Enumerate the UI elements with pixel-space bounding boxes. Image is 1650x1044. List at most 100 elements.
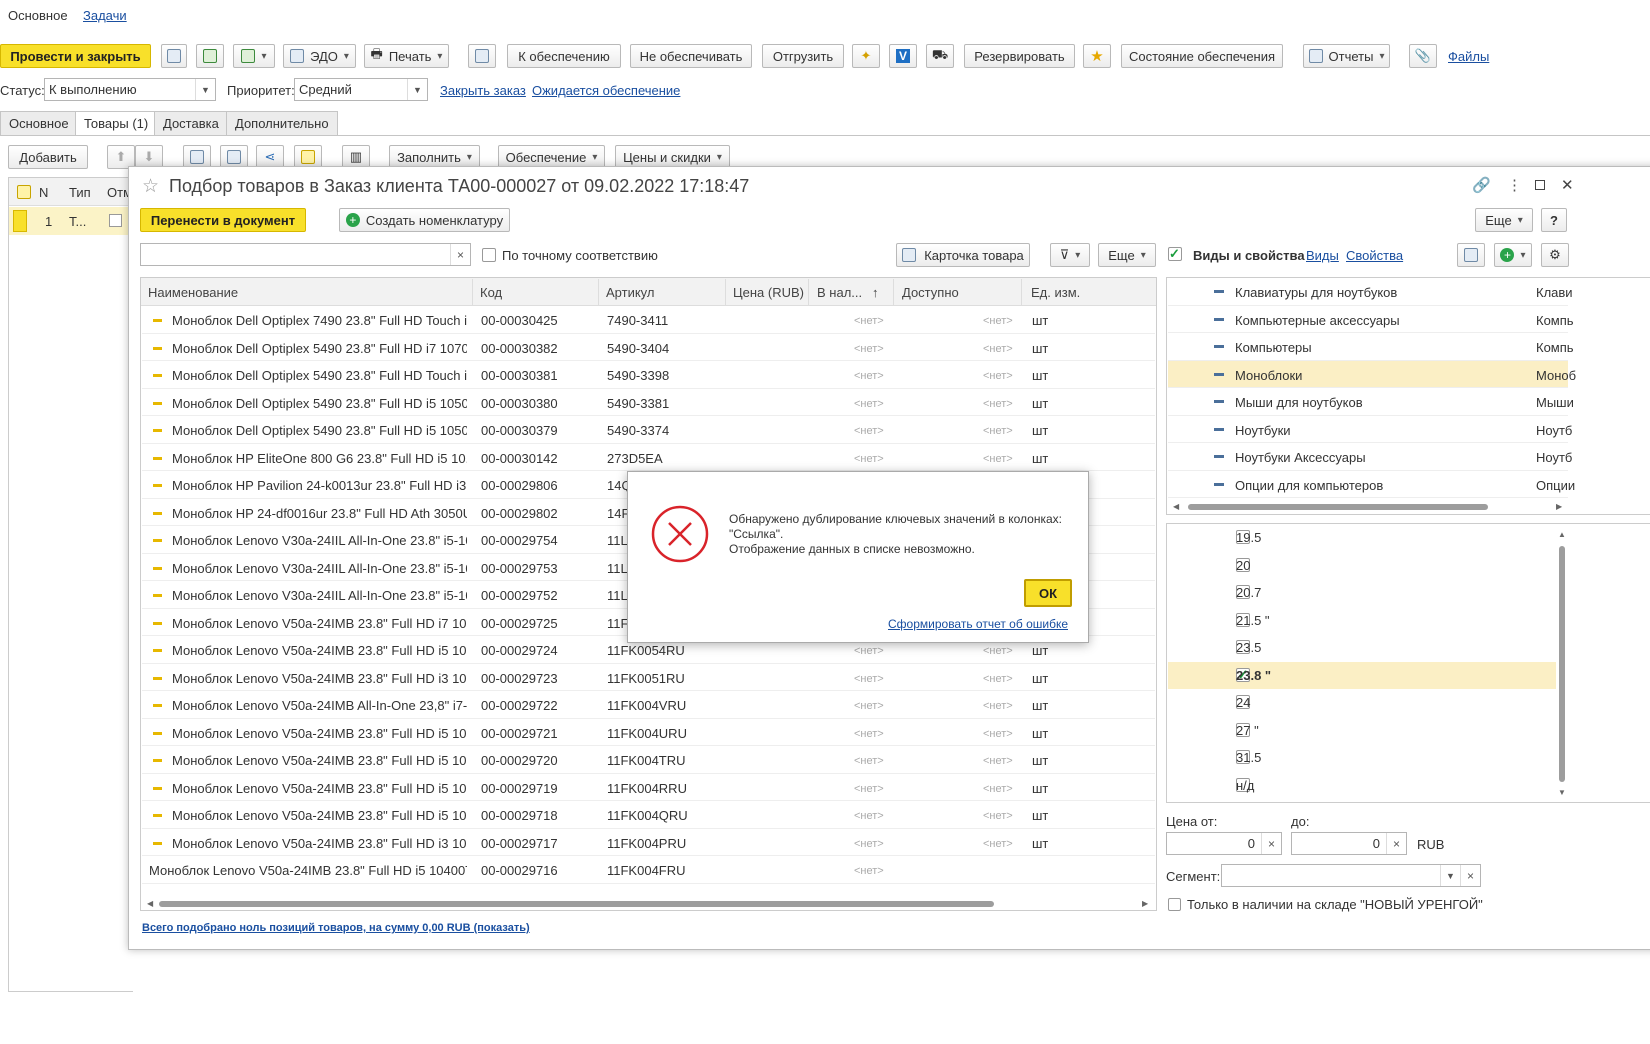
- post-close-button[interactable]: Провести и закрыть: [0, 44, 151, 68]
- list-item[interactable]: Моноблок Dell Optiplex 5490 23.8" Full H…: [142, 416, 1155, 444]
- v-button[interactable]: V: [889, 44, 917, 68]
- chevron-down-icon[interactable]: ▼: [195, 79, 215, 100]
- sizes-scrollbar[interactable]: ▲ ▼: [1557, 530, 1567, 800]
- category-item[interactable]: Ноутбуки Аксессуары Ноутб: [1168, 443, 1572, 471]
- category-item[interactable]: Опции для компьютеров Опции: [1168, 471, 1575, 498]
- list-item[interactable]: Моноблок Lenovo V50a-24IMB All-In-One 23…: [142, 691, 1155, 719]
- col-code[interactable]: Код: [480, 285, 502, 300]
- awaiting-supply-link[interactable]: Ожидается обеспечение: [532, 83, 680, 98]
- close-order-link[interactable]: Закрыть заказ: [440, 83, 526, 98]
- favorite-button[interactable]: ★: [1083, 44, 1111, 68]
- delivery-button[interactable]: ⛟: [926, 44, 954, 68]
- error-report-link[interactable]: Сформировать отчет об ошибке: [888, 617, 1068, 631]
- edo-button[interactable]: ЭДО: [283, 44, 356, 68]
- transfer-to-document-button[interactable]: Перенести в документ: [140, 208, 306, 232]
- close-icon[interactable]: ✕: [1561, 176, 1574, 194]
- link-icon[interactable]: 🔗: [1472, 176, 1491, 194]
- list-item[interactable]: Моноблок Lenovo V50a-24IMB 23.8" Full HD…: [142, 829, 1155, 856]
- category-item[interactable]: Мыши для ноутбуков Мыши: [1168, 388, 1574, 416]
- create-item-button[interactable]: + Создать номенклатуру: [339, 208, 510, 232]
- property-value-item[interactable]: 23.5: [1168, 634, 1556, 662]
- property-value-item[interactable]: 19.5: [1168, 524, 1556, 552]
- list-item[interactable]: Моноблок Lenovo V50a-24IMB 23.8" Full HD…: [142, 856, 1155, 884]
- search-input[interactable]: ×: [140, 243, 471, 266]
- doc-tab-goods[interactable]: Товары (1): [75, 111, 158, 136]
- list-item[interactable]: Моноблок Lenovo V50a-24IMB 23.8" Full HD…: [142, 719, 1155, 746]
- picker-more-button[interactable]: Еще: [1475, 208, 1533, 232]
- print-button[interactable]: 🖶 Печать: [364, 44, 449, 68]
- list-item[interactable]: Моноблок Dell Optiplex 5490 23.8" Full H…: [142, 334, 1155, 361]
- category-item[interactable]: Компьютерные аксессуары Компь: [1168, 306, 1574, 333]
- summary-link[interactable]: Всего подобрано ноль позиций товаров, на…: [142, 922, 530, 934]
- help-button[interactable]: ?: [1541, 208, 1567, 232]
- save-button[interactable]: [161, 44, 187, 68]
- row-checkbox[interactable]: [109, 214, 122, 227]
- add-button[interactable]: Добавить: [8, 145, 88, 169]
- clear-icon[interactable]: ×: [1386, 833, 1406, 854]
- document-button[interactable]: [468, 44, 496, 68]
- table-row[interactable]: 1 Т...: [9, 207, 134, 235]
- files-link[interactable]: Файлы: [1448, 49, 1489, 64]
- property-value-item[interactable]: 20: [1168, 552, 1556, 580]
- supply-state-button[interactable]: Состояние обеспечения: [1121, 44, 1283, 68]
- ok-button[interactable]: ОК: [1024, 579, 1072, 607]
- list-item[interactable]: Моноблок Dell Optiplex 7490 23.8" Full H…: [142, 306, 1155, 334]
- property-value-item[interactable]: 21.5 ": [1168, 607, 1556, 635]
- segment-select[interactable]: × ▼: [1221, 864, 1481, 887]
- create-based-button[interactable]: [233, 44, 275, 68]
- section-tab-main[interactable]: Основное: [8, 8, 68, 23]
- clear-icon[interactable]: ×: [1460, 865, 1480, 886]
- ship-button[interactable]: Отгрузить: [762, 44, 844, 68]
- favorite-star-icon[interactable]: ☆: [142, 175, 159, 198]
- category-item[interactable]: Моноблоки Моноб: [1168, 360, 1576, 388]
- filter-button[interactable]: ⊽: [1050, 243, 1090, 267]
- more-vertical-icon[interactable]: ⋮: [1507, 176, 1522, 194]
- category-item[interactable]: Ноутбуки Ноутб: [1168, 416, 1572, 443]
- clear-icon[interactable]: ×: [450, 244, 470, 265]
- post-button[interactable]: [196, 44, 224, 68]
- property-value-item[interactable]: 31.5: [1168, 744, 1556, 772]
- property-value-item[interactable]: ✓ 23.8 ": [1168, 661, 1556, 689]
- only-stock-checkbox[interactable]: [1168, 898, 1181, 911]
- priority-select[interactable]: Средний ▼: [294, 78, 428, 101]
- pin-button[interactable]: ✦: [852, 44, 880, 68]
- settings-button[interactable]: ⚙: [1541, 243, 1569, 267]
- status-select[interactable]: К выполнению ▼: [44, 78, 216, 101]
- col-stock[interactable]: В нал...: [817, 285, 862, 300]
- doc-tab-extra[interactable]: Дополнительно: [226, 111, 338, 136]
- col-price[interactable]: Цена (RUB): [733, 285, 804, 300]
- list-scrollbar[interactable]: ◀ ▶: [142, 899, 1155, 909]
- reserve-button[interactable]: Резервировать: [964, 44, 1075, 68]
- col-available[interactable]: Доступно: [902, 285, 959, 300]
- attach-button[interactable]: 📎: [1409, 44, 1437, 68]
- categories-scrollbar[interactable]: ◀ ▶: [1168, 502, 1566, 512]
- to-supply-button[interactable]: К обеспечению: [507, 44, 621, 68]
- list-item[interactable]: Моноблок Lenovo V50a-24IMB 23.8" Full HD…: [142, 746, 1155, 774]
- list-item[interactable]: Моноблок Lenovo V50a-24IMB 23.8" Full HD…: [142, 774, 1155, 801]
- doc-tab-main[interactable]: Основное: [0, 111, 78, 136]
- section-tab-tasks[interactable]: Задачи: [83, 8, 127, 23]
- category-item[interactable]: Клавиатуры для ноутбуков Клави: [1168, 278, 1573, 306]
- chevron-down-icon[interactable]: ▼: [1440, 865, 1460, 886]
- list-item[interactable]: Моноблок Lenovo V50a-24IMB 23.8" Full HD…: [142, 664, 1155, 691]
- col-unit[interactable]: Ед. изм.: [1031, 285, 1080, 300]
- kinds-checkbox[interactable]: ✓: [1168, 247, 1182, 261]
- clear-icon[interactable]: ×: [1261, 833, 1281, 854]
- list-more-button[interactable]: Еще: [1098, 243, 1156, 267]
- col-article[interactable]: Артикул: [606, 285, 654, 300]
- doc-tab-delivery[interactable]: Доставка: [154, 111, 228, 136]
- reports-button[interactable]: Отчеты: [1303, 44, 1390, 68]
- maximize-icon[interactable]: [1535, 180, 1545, 190]
- exact-match-checkbox[interactable]: [482, 248, 496, 262]
- item-card-button[interactable]: Карточка товара: [896, 243, 1030, 267]
- list-item[interactable]: Моноблок Dell Optiplex 5490 23.8" Full H…: [142, 389, 1155, 416]
- chevron-down-icon[interactable]: ▼: [407, 79, 427, 100]
- price-to-input[interactable]: 0 ×: [1291, 832, 1407, 855]
- add-property-button[interactable]: +: [1494, 243, 1532, 267]
- list-item[interactable]: Моноблок HP EliteOne 800 G6 23.8" Full H…: [142, 444, 1155, 471]
- property-value-item[interactable]: 20.7: [1168, 579, 1556, 607]
- list-item[interactable]: Моноблок Dell Optiplex 5490 23.8" Full H…: [142, 361, 1155, 389]
- col-name[interactable]: Наименование: [148, 285, 238, 300]
- kinds-link[interactable]: Виды: [1306, 248, 1339, 263]
- list-item[interactable]: Моноблок Lenovo V50a-24IMB 23.8" Full HD…: [142, 801, 1155, 829]
